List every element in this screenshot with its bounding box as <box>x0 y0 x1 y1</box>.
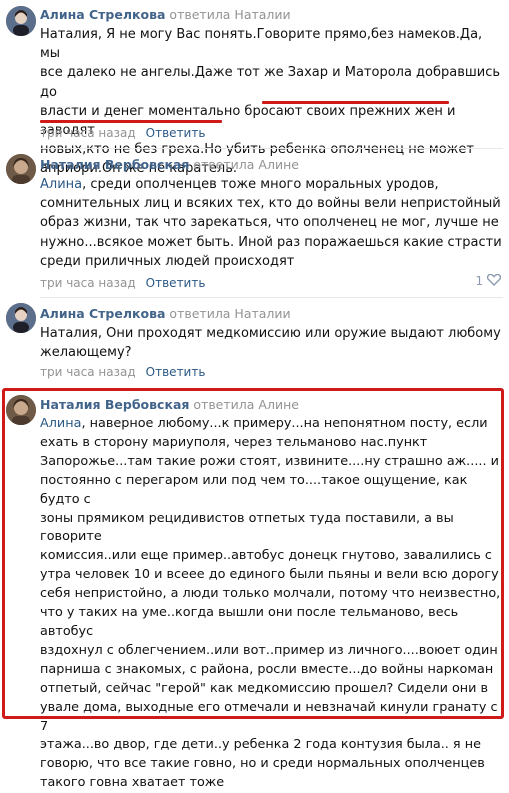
avatar[interactable] <box>6 395 36 425</box>
text-line: такого говна хватает тоже <box>40 775 225 791</box>
comment-meta: три часа назад Ответить <box>40 364 205 380</box>
addressee-link[interactable]: Алина <box>40 416 81 431</box>
text-line: увале дома, выходные его отмечали и невз… <box>40 699 498 734</box>
addressee-link[interactable]: Алина <box>40 177 82 192</box>
comment-header: Наталия Вербовская ответила Алине <box>40 397 299 413</box>
avatar[interactable] <box>6 154 36 184</box>
text-line: все далеко не ангелы.Даже тот же Захар и… <box>40 65 501 100</box>
timestamp[interactable]: три часа назад <box>40 126 136 140</box>
text-line: желающему? <box>40 345 132 361</box>
divider <box>40 297 503 298</box>
text-line: Алина, среди ополченцев тоже много морал… <box>40 177 439 192</box>
text-line: ехать в сторону мариуполя, через тельман… <box>40 434 428 450</box>
replied-to[interactable]: ответила Наталии <box>169 306 290 321</box>
text-line: среди приличных людей происходят <box>40 253 295 269</box>
timestamp[interactable]: три часа назад <box>40 276 136 290</box>
comment-meta: три часа назад Ответить <box>40 125 205 141</box>
text-line: себя непристойно, а люди только молчали,… <box>40 586 501 602</box>
text-line: комиссия..или еще пример..автобус донецк… <box>40 548 492 564</box>
red-underline <box>40 120 222 123</box>
comment-header: Алина Стрелкова ответила Наталии <box>40 306 291 322</box>
text-line: что у таких на уме..когда вышли они посл… <box>40 605 459 639</box>
text-line: отпетый, сейчас "герой" как медкомиссию … <box>40 680 489 696</box>
replied-to[interactable]: ответила Наталии <box>169 7 290 22</box>
like-button[interactable]: 1 <box>475 273 502 288</box>
divider <box>40 148 503 149</box>
avatar[interactable] <box>6 6 36 36</box>
text-line: зоны прямиком рецидивистов отпетых туда … <box>40 510 454 545</box>
text-line: Наталия, Они проходят медкомиссию или ор… <box>40 326 501 341</box>
text-line: этажа...во двор, где дети..у ребенка 2 г… <box>40 737 481 753</box>
text-line: Наталия, Я не могу Вас понять.Говорите п… <box>40 27 483 62</box>
author-name[interactable]: Наталия Вербовская <box>40 157 189 172</box>
text-line: сомнительных лиц и всяких тех, кто до во… <box>40 196 501 212</box>
author-name[interactable]: Алина Стрелкова <box>40 7 165 22</box>
avatar[interactable] <box>6 303 36 333</box>
text-line: постоянно с перегаром или под чем то....… <box>40 472 468 507</box>
avatar-image-icon <box>6 154 36 184</box>
author-name[interactable]: Алина Стрелкова <box>40 306 165 321</box>
text-line: говорю, что все такие говно, но и среди … <box>40 756 485 772</box>
author-name[interactable]: Наталия Вербовская <box>40 397 189 412</box>
comment-meta: три часа назад Ответить <box>40 275 205 291</box>
timestamp[interactable]: три часа назад <box>40 365 136 379</box>
text-line: Запорожье...там такие рожи стоят, извини… <box>40 453 499 469</box>
comment-header: Наталия Вербовская ответила Алине <box>40 157 299 173</box>
text-line: вздохнул с облегчением..или вот..пример … <box>40 642 498 658</box>
replied-to[interactable]: ответила Алине <box>193 397 299 412</box>
avatar-image-icon <box>6 6 36 36</box>
replied-to[interactable]: ответила Алине <box>193 157 299 172</box>
avatar-image-icon <box>6 395 36 425</box>
reply-link[interactable]: Ответить <box>146 365 206 379</box>
text-line: Алина, наверное любому...к примеру...на … <box>40 416 488 431</box>
red-underline <box>262 101 449 104</box>
avatar-image-icon <box>6 303 36 333</box>
text-line: нужно...всякое может быть. Иной раз пора… <box>40 234 502 250</box>
comment-text: Наталия, Они проходят медкомиссию или ор… <box>40 324 502 362</box>
comment-text: Алина, среди ополченцев тоже много морал… <box>40 175 502 271</box>
comment-text: Алина, наверное любому...к примеру...на … <box>40 415 502 793</box>
text-line: образ жизни, так что зарекаться, что опо… <box>40 215 499 231</box>
text-line: парниша с знакомых, с района, росли вмес… <box>40 661 494 677</box>
text-line: утра человек 10 и всеее до единого были … <box>40 567 499 583</box>
reply-link[interactable]: Ответить <box>146 276 206 290</box>
reply-link[interactable]: Ответить <box>146 126 206 140</box>
like-count: 1 <box>475 274 484 288</box>
heart-icon <box>486 273 502 286</box>
comment-header: Алина Стрелкова ответила Наталии <box>40 7 291 23</box>
